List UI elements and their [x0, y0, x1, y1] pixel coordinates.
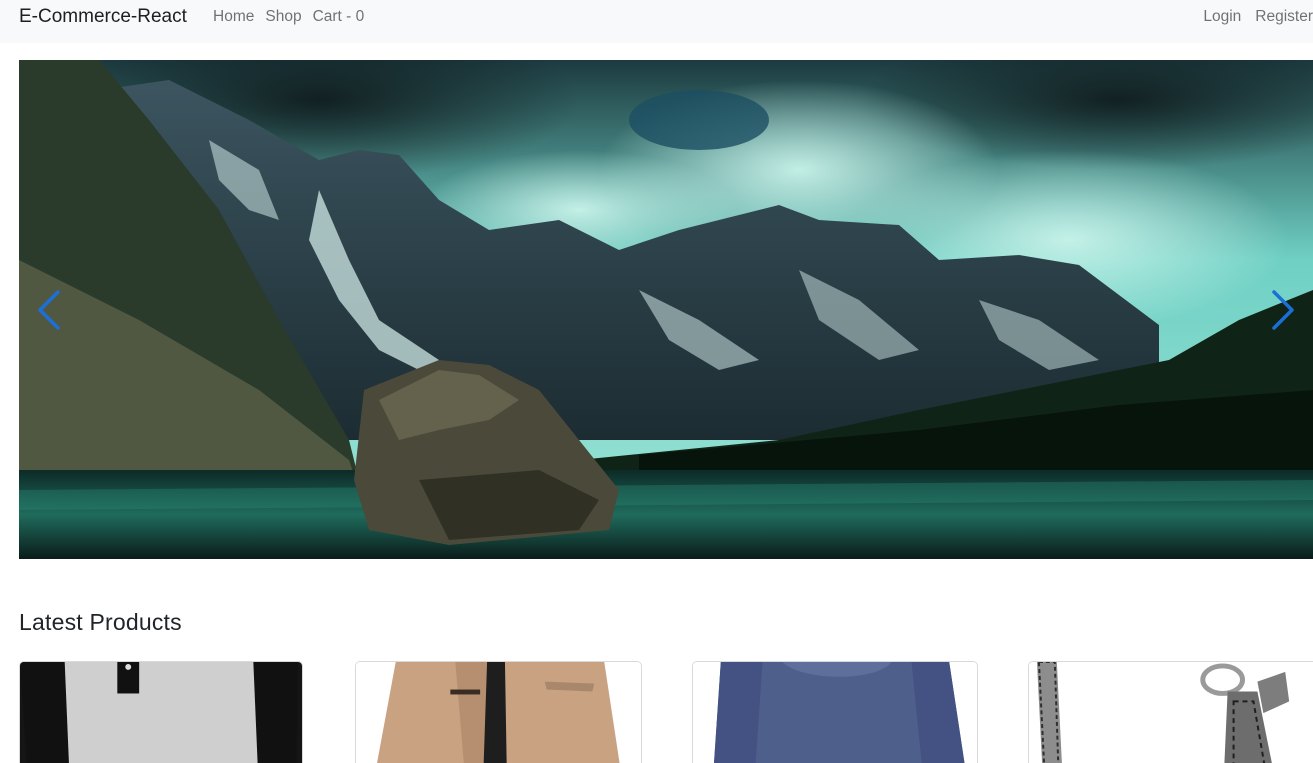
- brand-link[interactable]: E-Commerce-React: [19, 6, 187, 28]
- nav-cart-link[interactable]: Cart - 0: [313, 8, 365, 26]
- auth-links: Login Register: [1189, 8, 1313, 26]
- chevron-left-icon: [38, 289, 60, 330]
- product-card[interactable]: [355, 661, 642, 763]
- nav-home-link[interactable]: Home: [213, 8, 254, 26]
- product-card[interactable]: [692, 661, 978, 763]
- product-image-blue-shirt: [693, 662, 977, 763]
- latest-products-heading: Latest Products: [19, 609, 182, 635]
- product-grid: [19, 661, 1313, 763]
- product-image-silver-bracelet: [1029, 662, 1313, 763]
- login-link[interactable]: Login: [1203, 8, 1241, 26]
- product-image-tan-jacket: [356, 662, 641, 763]
- product-card[interactable]: [1028, 661, 1313, 763]
- product-card[interactable]: [19, 661, 303, 763]
- carousel-next-button[interactable]: [1253, 60, 1313, 559]
- product-image-raglan-shirt: [20, 662, 302, 763]
- nav-links: Home Shop Cart - 0: [213, 8, 375, 26]
- hero-carousel: [19, 60, 1313, 559]
- nav-shop-link[interactable]: Shop: [265, 8, 301, 26]
- chevron-right-icon: [1272, 289, 1294, 330]
- register-link[interactable]: Register: [1255, 8, 1313, 26]
- carousel-prev-button[interactable]: [19, 60, 79, 559]
- navbar: E-Commerce-React Home Shop Cart - 0 Logi…: [0, 0, 1313, 43]
- carousel-slide-image: [19, 60, 1313, 559]
